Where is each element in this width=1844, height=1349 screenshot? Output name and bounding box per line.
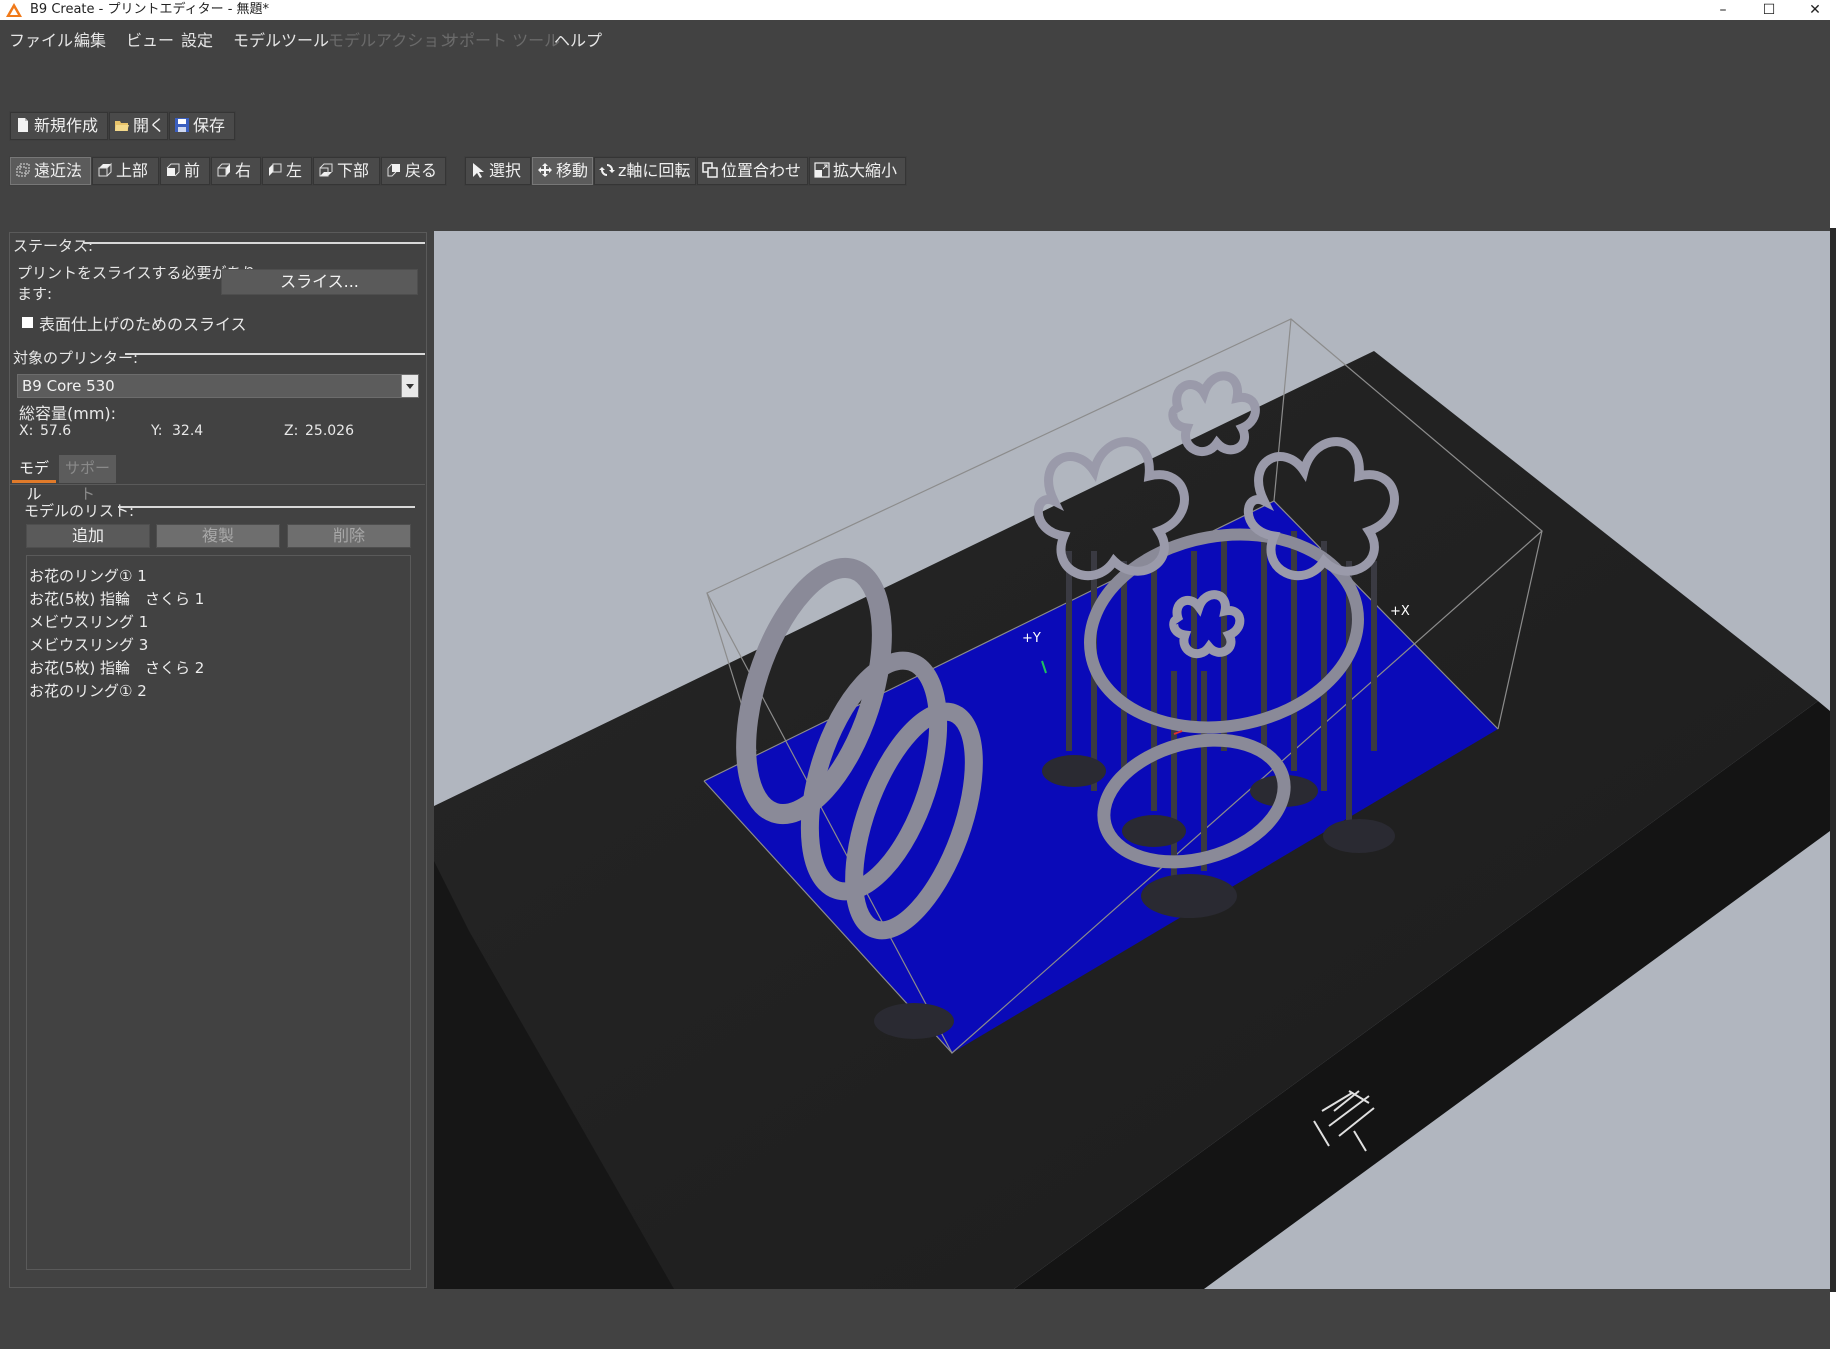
new-button-label: 新規作成: [34, 116, 99, 135]
menu-settings[interactable]: 設定: [181, 28, 213, 54]
tool-scale-button[interactable]: 拡大縮小: [809, 157, 906, 185]
tool-rotate-z-label: z軸に回転: [618, 161, 691, 180]
list-item[interactable]: お花(5枚) 指輪 さくら 1: [29, 588, 204, 609]
rotate-icon: [599, 164, 615, 176]
delete-model-button: 削除: [287, 524, 411, 548]
status-bar: [0, 1296, 1830, 1349]
surface-slice-checkbox[interactable]: [22, 317, 33, 328]
tab-support[interactable]: サポート: [59, 455, 116, 503]
cube-right-icon: [217, 163, 230, 177]
view-left-button[interactable]: 左: [262, 157, 312, 185]
list-item[interactable]: メビウスリング 3: [29, 634, 148, 655]
status-group-title: ステータス:: [13, 237, 94, 255]
tool-move-button[interactable]: 移動: [532, 157, 593, 185]
duplicate-model-button: 複製: [156, 524, 280, 548]
slice-button[interactable]: スライス...: [221, 269, 418, 295]
view-right-button[interactable]: 右: [211, 157, 261, 185]
volume-x-value: 57.6: [40, 423, 72, 439]
window-title: B9 Create - プリントエディター - 無題*: [30, 2, 270, 17]
view-back-button[interactable]: 戻る: [381, 157, 446, 185]
status-divider: [84, 242, 425, 244]
tool-scale-label: 拡大縮小: [833, 161, 898, 180]
cube-left-icon: [269, 163, 282, 176]
scale-icon: [814, 162, 830, 178]
dropdown-arrow[interactable]: [401, 375, 418, 397]
axis-x-label: +X: [1390, 604, 1410, 619]
printer-select[interactable]: B9 Core 530: [17, 374, 419, 398]
chevron-down-icon: [406, 384, 414, 389]
view-bottom-label: 下部: [337, 161, 370, 180]
title-bar: B9 Create - プリントエディター - 無題* – ☐ ✕: [0, 0, 1844, 20]
list-item[interactable]: お花(5枚) 指輪 さくら 2: [29, 657, 204, 678]
app-logo-icon: [6, 3, 22, 17]
view-front-label: 前: [184, 161, 201, 180]
printer-divider: [125, 353, 425, 355]
new-document-icon: [18, 118, 28, 132]
view-bottom-button[interactable]: 下部: [313, 157, 380, 185]
volume-label: 総容量(mm):: [19, 404, 117, 423]
volume-z-label: Z:: [284, 423, 299, 439]
open-button[interactable]: 開く: [109, 112, 168, 140]
move-arrows-icon: [538, 163, 552, 177]
tool-move-label: 移動: [556, 161, 589, 180]
view-perspective-label: 遠近法: [34, 161, 83, 180]
tool-align-label: 位置合わせ: [721, 161, 802, 180]
maximize-button[interactable]: ☐: [1746, 0, 1792, 20]
cube-back-icon: [387, 163, 400, 177]
tool-align-button[interactable]: 位置合わせ: [697, 157, 808, 185]
cube-front-icon: [166, 163, 180, 177]
view-top-label: 上部: [116, 161, 149, 180]
view-perspective-button[interactable]: 遠近法: [10, 157, 91, 185]
view-right-label: 右: [235, 161, 252, 180]
surface-slice-label: 表面仕上げのためのスライス: [39, 315, 247, 334]
3d-viewport[interactable]: +Y +X: [434, 231, 1830, 1289]
viewport-edge: [1830, 228, 1836, 1292]
perspective-cube-icon: [16, 163, 30, 177]
close-button[interactable]: ✕: [1792, 0, 1838, 20]
add-model-button[interactable]: 追加: [26, 524, 150, 548]
scene-render: +Y +X: [434, 318, 1830, 1289]
view-top-button[interactable]: 上部: [92, 157, 159, 185]
minimize-button[interactable]: –: [1700, 0, 1746, 20]
menu-model-actions: モデルアクション: [328, 31, 456, 50]
tool-select-button[interactable]: 選択: [465, 157, 531, 185]
menu-help[interactable]: ヘルプ: [554, 28, 602, 54]
menu-file[interactable]: ファイル: [9, 28, 73, 54]
menu-model-tools[interactable]: モデルツール: [233, 28, 329, 54]
model-list-divider: [118, 506, 415, 508]
new-button[interactable]: 新規作成: [10, 112, 108, 140]
align-icon: [702, 162, 718, 178]
printer-group-title: 対象のプリンター:: [13, 349, 139, 367]
volume-y-label: Y:: [151, 423, 163, 439]
tool-select-label: 選択: [489, 161, 522, 180]
cube-bottom-icon: [319, 163, 333, 177]
view-front-button[interactable]: 前: [160, 157, 210, 185]
volume-z-value: 25.026: [305, 423, 354, 439]
menu-view[interactable]: ビュー: [126, 28, 174, 54]
cursor-arrow-icon: [473, 163, 484, 178]
tab-model[interactable]: モデル: [12, 455, 56, 503]
model-list-title: モデルのリスト:: [24, 502, 135, 520]
save-button-label: 保存: [193, 116, 226, 135]
axis-y-label: +Y: [1022, 631, 1041, 646]
list-item[interactable]: お花のリング① 2: [29, 680, 147, 701]
open-folder-icon: [115, 121, 129, 131]
list-item[interactable]: メビウスリング 1: [29, 611, 148, 632]
save-button[interactable]: 保存: [169, 112, 235, 140]
view-back-label: 戻る: [405, 161, 438, 180]
save-disk-icon: [175, 118, 189, 132]
cube-top-icon: [98, 162, 112, 177]
volume-x-label: X:: [19, 423, 34, 439]
menu-support-tools: サポート ツール: [443, 31, 561, 50]
tool-rotate-z-button[interactable]: z軸に回転: [594, 157, 696, 185]
open-button-label: 開く: [133, 116, 166, 135]
printer-selected-value: B9 Core 530: [22, 377, 115, 395]
status-message-line2: ます:: [17, 285, 53, 303]
tab-divider: [10, 484, 425, 485]
volume-y-value: 32.4: [172, 423, 204, 439]
list-item[interactable]: お花のリング① 1: [29, 565, 147, 586]
view-left-label: 左: [286, 161, 303, 180]
menu-edit[interactable]: 編集: [74, 28, 106, 54]
model-list[interactable]: お花のリング① 1 お花(5枚) 指輪 さくら 1 メビウスリング 1 メビウス…: [26, 555, 411, 1270]
